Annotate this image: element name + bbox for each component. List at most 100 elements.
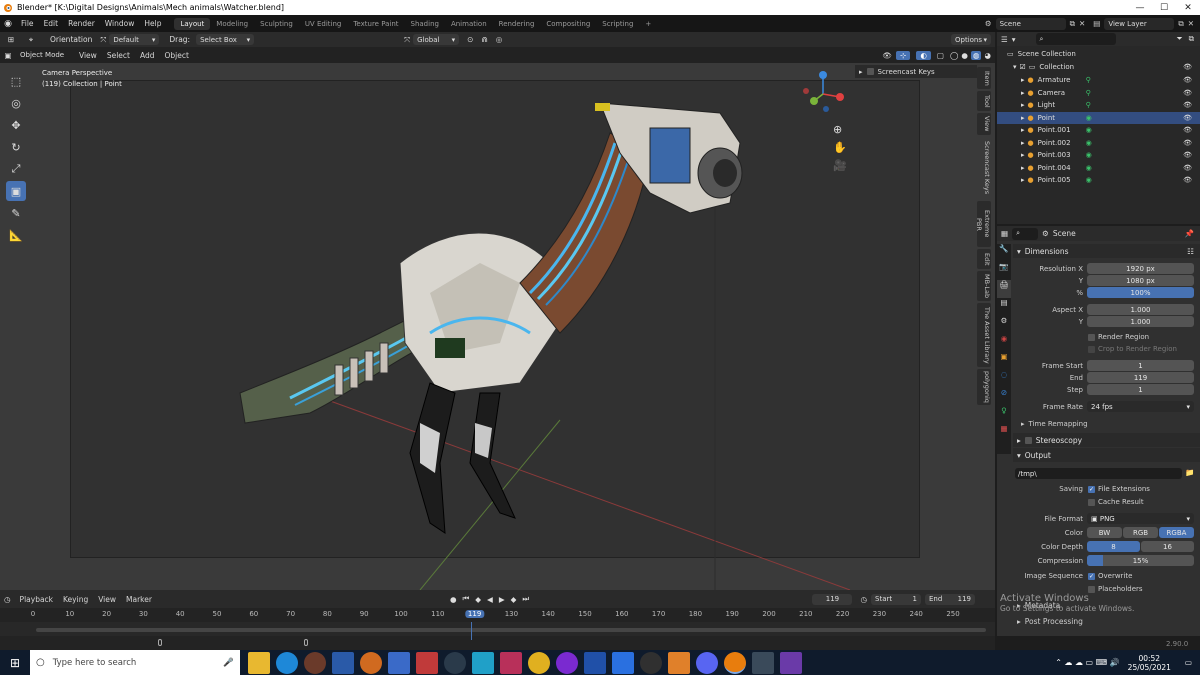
viewport-menu-select[interactable]: Select (102, 51, 135, 60)
dropbox-icon[interactable] (612, 651, 634, 674)
visibility-icon[interactable]: 👁 (1183, 101, 1192, 109)
clock[interactable]: 00:52 25/05/2021 (1128, 654, 1171, 672)
outliner-collection[interactable]: ▾ ☑ ▭ Collection 👁 (997, 61, 1200, 74)
output-path-input[interactable]: /tmp\ (1015, 468, 1182, 479)
sidebar-tab-asset-library[interactable]: The Asset Library (977, 303, 991, 367)
sidebar-tab-mb-lab[interactable]: MB-Lab (977, 271, 991, 301)
sidebar-tab-screencast-keys[interactable]: Screencast Keys (977, 137, 991, 199)
physics-tab-icon[interactable]: ◌ (997, 370, 1011, 388)
scene-selector[interactable]: Scene (995, 17, 1066, 30)
frame-end-field[interactable]: 119 (1087, 372, 1194, 383)
move-tool-icon[interactable]: ✥ (6, 115, 26, 135)
steam-icon[interactable] (444, 651, 466, 674)
purple-app-icon[interactable] (556, 651, 578, 674)
xray-icon[interactable]: ▢ (937, 51, 944, 60)
outliner-search-input[interactable]: ⌕ (1035, 33, 1116, 45)
windows-start-icon[interactable]: ⊞ (0, 656, 30, 670)
render-region-checkbox[interactable] (1088, 334, 1095, 341)
pivot-icon[interactable]: ⊙ (467, 35, 473, 44)
properties-editor-icon[interactable]: ▦ (1001, 229, 1008, 238)
visibility-icon[interactable]: 👁 (1183, 114, 1192, 122)
3d-viewport[interactable]: Camera Perspective (119) Collection | Po… (0, 63, 995, 590)
visibility-icon[interactable]: 👁 (1183, 89, 1192, 97)
orientation-dropdown[interactable]: Default ▾ (109, 34, 160, 45)
expand-icon[interactable]: ▸ (1021, 76, 1025, 84)
new-view-layer-icon[interactable]: ⧉ (1178, 19, 1183, 29)
shading-wireframe-icon[interactable]: ◯ (950, 51, 958, 60)
measure-tool-icon[interactable]: 📐 (6, 225, 26, 245)
zoom-icon[interactable]: ⊕ (833, 123, 842, 136)
object-data-icon[interactable]: ◉ (1086, 139, 1092, 147)
visibility-icon[interactable]: 👁 (1183, 63, 1192, 71)
object-data-icon[interactable]: ◉ (1086, 114, 1092, 122)
pin-icon[interactable]: 📌 (1185, 229, 1194, 238)
outliner-item-camera[interactable]: ▸ ● Camera ⚲ 👁 (997, 87, 1200, 100)
object-data-icon[interactable]: ◉ (1086, 126, 1092, 134)
tab-modeling[interactable]: Modeling (210, 18, 254, 30)
visibility-icon[interactable]: 👁 (1183, 76, 1192, 84)
menu-render[interactable]: Render (63, 19, 100, 28)
select-tool-icon[interactable]: ⬚ (6, 71, 26, 91)
preset-list-icon[interactable]: ☷ (1187, 247, 1194, 256)
tab-rendering[interactable]: Rendering (493, 18, 541, 30)
record-icon[interactable]: ● (450, 595, 457, 604)
menu-window[interactable]: Window (100, 19, 140, 28)
res-x-field[interactable]: 1920 px (1087, 263, 1194, 274)
expand-icon[interactable]: ▸ (1021, 151, 1025, 159)
visibility-icon[interactable]: 👁 (1183, 176, 1192, 184)
new-collection-icon[interactable]: ⧉ (1189, 34, 1194, 44)
tab-compositing[interactable]: Compositing (540, 18, 596, 30)
outliner-item-point-003[interactable]: ▸ ● Point.003 ◉ 👁 (997, 149, 1200, 162)
outliner-item-armature[interactable]: ▸ ● Armature ⚲ 👁 (997, 74, 1200, 87)
tab-texture-paint[interactable]: Texture Paint (347, 18, 404, 30)
blender-taskbar-icon[interactable] (724, 651, 746, 674)
overlay-toggle-icon[interactable]: ◐ (916, 50, 931, 60)
res-y-field[interactable]: 1080 px (1087, 275, 1194, 286)
timeline-ruler[interactable]: 0 10 20 30 40 50 60 70 80 90 100 110 119 130 140 150 160… (0, 608, 995, 622)
shading-rendered-icon[interactable]: ◕ (984, 51, 991, 60)
texture-tab-icon[interactable]: ▦ (997, 424, 1011, 442)
navigation-gizmo[interactable] (798, 69, 848, 119)
jump-start-icon[interactable]: ⏮ (463, 594, 470, 604)
blender-menu-icon[interactable]: ◉ (0, 19, 16, 29)
object-data-icon[interactable]: ◉ (1086, 151, 1092, 159)
maximize-button[interactable]: ☐ (1152, 3, 1176, 13)
add-workspace-button[interactable]: + (639, 18, 657, 30)
timeline-menu-view[interactable]: View (93, 595, 121, 604)
aspect-x-field[interactable]: 1.000 (1087, 304, 1194, 315)
app-icon-brown[interactable] (304, 651, 326, 674)
menu-help[interactable]: Help (139, 19, 166, 28)
post-processing-panel-header[interactable]: ▸ Post Processing (1013, 617, 1083, 626)
minimize-button[interactable]: — (1128, 3, 1152, 13)
tool-icon[interactable]: ⌖ (22, 35, 40, 45)
mode-dropdown[interactable]: Object Mode (16, 50, 70, 61)
timeline-scrollbar[interactable] (36, 628, 986, 632)
annotate-tool-icon[interactable]: ✎ (6, 203, 26, 223)
filter-icon[interactable]: ⏷ (1177, 34, 1183, 44)
time-remapping-subpanel[interactable]: ▸ Time Remapping (1021, 420, 1088, 428)
color-rgba-button[interactable]: RGBA (1159, 527, 1194, 538)
clock-icon[interactable]: ◷ (860, 595, 867, 604)
frame-rate-dropdown[interactable]: 24 fps ▾ (1087, 401, 1194, 412)
checkbox-icon[interactable]: ☑ (1020, 63, 1026, 71)
tab-shading[interactable]: Shading (405, 18, 445, 30)
object-data-icon[interactable]: ◉ (1086, 164, 1092, 172)
compression-slider[interactable]: 15% (1087, 555, 1194, 566)
screen-app-icon[interactable] (752, 651, 774, 674)
object-data-icon[interactable]: ◉ (1086, 176, 1092, 184)
c-app-icon[interactable] (472, 651, 494, 674)
file-format-dropdown[interactable]: ▣ PNG ▾ (1087, 513, 1194, 524)
scale-tool-icon[interactable]: ⤢ (6, 159, 26, 179)
options-dropdown[interactable]: Options ▾ (951, 34, 991, 45)
gizmo-toggle-icon[interactable]: ⊹ (896, 50, 911, 60)
expand-icon[interactable]: ▸ (1021, 164, 1025, 172)
world-tab-icon[interactable]: ◉ (997, 334, 1011, 352)
constraint-tab-icon[interactable]: ⊘ (997, 388, 1011, 406)
outliner-item-point-005[interactable]: ▸ ● Point.005 ◉ 👁 (997, 174, 1200, 187)
camera-view-icon[interactable]: 🎥 (833, 159, 847, 172)
object-data-icon[interactable]: ⚲ (1086, 89, 1091, 97)
visibility-icon[interactable]: 👁 (882, 51, 892, 60)
sidebar-tab-item[interactable]: Item (977, 67, 991, 89)
view-layer-selector[interactable]: View Layer (1104, 17, 1175, 30)
edge-icon[interactable] (276, 651, 298, 674)
